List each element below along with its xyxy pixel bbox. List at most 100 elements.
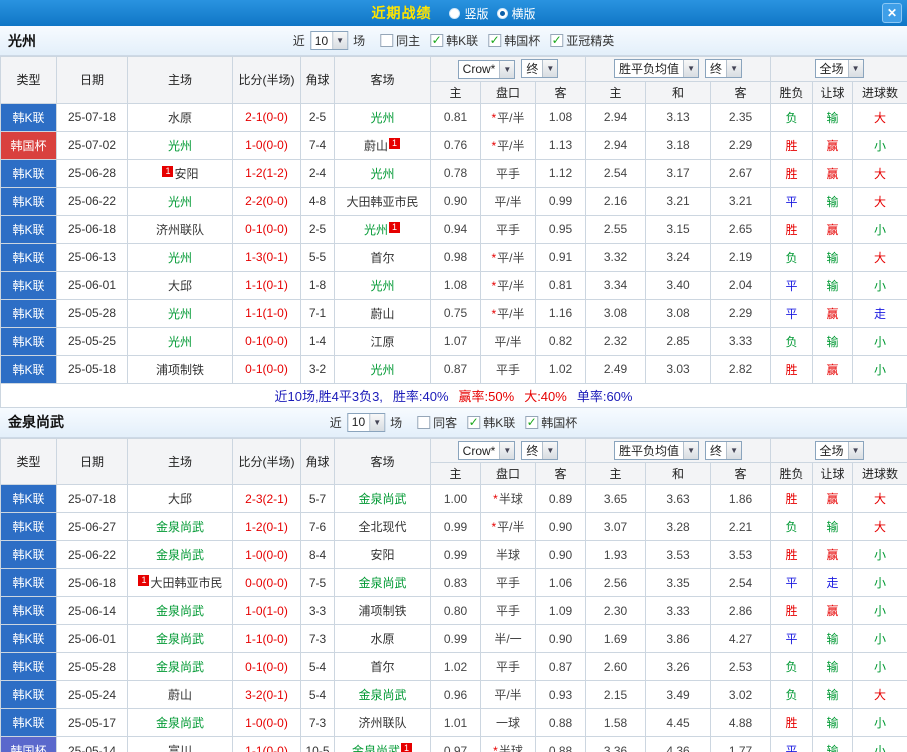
checked-checkbox-icon[interactable]: ✓ [467,415,481,429]
asia-home-odds: 0.75 [430,298,481,328]
layout-option-selected[interactable]: 横版 [496,5,536,22]
match-row: 韩K联 25-06-27 金泉尚武 1-2(0-1) 7-6 全北现代 0.99 *平/半 0.… [0,512,907,541]
europe-time-select[interactable]: 终 ▼ [705,59,743,79]
asia-away-odds: 1.12 [534,158,587,188]
europe-home-odds: 1.69 [585,624,647,653]
asia-time-select[interactable]: 终 ▼ [521,440,559,460]
asia-handicap-line: 平/半 [480,326,536,356]
asia-handicap-line: 平手 [480,354,536,384]
europe-away-odds: 3.53 [710,540,772,569]
europe-away-odds: 4.27 [710,624,772,653]
asia-away-odds: 1.16 [534,298,587,328]
europe-draw-odds: 3.26 [645,652,712,681]
subcol-europe-home: 主 [585,462,647,485]
asia-handicap-line: 一球 [480,708,536,737]
team-name: 首尔 [370,250,395,265]
matches-table: 类型 日期 主场 比分(半场) 角球 客场 Crow* ▼ 终 ▼ 胜平负均值 ▼ 终 ▼ … [0,437,907,752]
europe-away-odds: 3.21 [710,186,772,216]
filter-checkbox[interactable]: ✓ 韩国杯 [488,32,540,49]
summary-segment: 单率:60% [576,388,633,404]
filter-checkbox[interactable]: 同客 [417,414,457,431]
checked-checkbox-icon[interactable]: ✓ [488,34,502,47]
europe-home-odds: 2.60 [585,652,647,681]
match-row: 韩K联 25-06-13 光州 1-3(0-1) 5-5 首尔 0.98 *平/半 0.91 3.… [0,242,907,272]
asia-handicap-line: *平/半 [480,270,536,300]
match-row: 韩国杯 25-07-02 光州 1-0(0-0) 7-4 蔚山 1 0.76 *平/半 1.13 2… [0,130,907,160]
filter-checkbox[interactable]: ✓ 韩K联 [467,414,515,431]
goals-result-cell: 小 [852,214,907,244]
europe-home-odds: 2.94 [585,130,647,160]
line-text: 平/半 [497,138,525,153]
dropdown-arrow-icon: ▼ [683,441,699,459]
away-team-cell: 蔚山 [334,298,431,328]
live-line-star: * [493,492,498,506]
europe-home-odds: 3.65 [585,484,647,513]
result-cell: 胜 [770,130,814,160]
team-name: 大邱 [167,278,192,293]
scope-select-value: 全场 [819,62,844,77]
europe-away-odds: 2.35 [710,102,772,132]
corner-cell: 2-5 [300,214,335,244]
score-cell: 0-1(0-0) [232,652,301,681]
home-team-cell: 蔚山 [127,680,233,709]
subcol-europe-draw: 和 [645,462,712,485]
checked-checkbox-icon[interactable]: ✓ [525,415,539,429]
filter-checkbox[interactable]: 同主 [380,32,420,49]
filter-checkbox[interactable]: ✓ 韩国杯 [525,414,577,431]
asia-away-odds: 0.88 [534,736,587,752]
europe-avg-select[interactable]: 胜平负均值 ▼ [614,440,700,460]
match-count-select[interactable]: 10 ▼ [309,31,349,50]
subcol-goals: 进球数 [852,462,907,485]
europe-away-odds: 2.54 [710,568,772,597]
dropdown-arrow-icon: ▼ [499,60,515,78]
close-button[interactable]: ✕ [882,3,902,23]
team-name: 全北现代 [358,520,407,534]
corner-cell: 8-4 [300,540,335,569]
goals-result-cell: 小 [852,624,907,653]
unchecked-checkbox-icon[interactable] [417,415,431,429]
goals-result-cell: 小 [852,354,907,384]
asia-home-odds: 0.99 [430,540,481,569]
checked-checkbox-icon[interactable]: ✓ [550,34,564,47]
scope-select[interactable]: 全场 ▼ [814,59,864,79]
filter-row: 光州 近 10 ▼ 场 同主 ✓ 韩K联 ✓ 韩国杯 ✓ 亚冠精英 [0,26,907,56]
goals-result-cell: 大 [852,242,907,272]
europe-away-odds: 4.88 [710,708,772,737]
europe-avg-select[interactable]: 胜平负均值 ▼ [614,59,700,79]
live-line-star: * [491,278,497,293]
filter-checkbox[interactable]: ✓ 亚冠精英 [550,32,614,49]
league-badge: 韩K联 [0,242,57,272]
matches-table: 类型 日期 主场 比分(半场) 角球 客场 Crow* ▼ 终 ▼ 胜平负均值 ▼ 终 ▼ … [0,56,907,384]
bookmaker-select[interactable]: Crow* ▼ [457,59,516,79]
europe-time-select[interactable]: 终 ▼ [705,440,743,460]
line-text: 平/半 [497,306,525,321]
layout-option-unselected[interactable]: 竖版 [449,5,489,22]
subcol-handicap: 让球 [812,80,854,104]
team-name: 蔚山 [167,688,192,702]
home-team-cell: 大邱 [127,270,233,300]
dropdown-arrow-icon: ▼ [542,60,558,77]
checkbox-label: 同主 [396,34,421,48]
asia-handicap-line: 平/半 [480,680,536,709]
team-name: 金泉尚武 [358,688,407,702]
radio-selected-icon[interactable] [496,7,508,19]
result-cell: 平 [770,736,814,752]
team-name: 金泉尚武 [155,660,204,674]
asia-handicap-line: 平手 [480,158,536,188]
match-row: 韩K联 25-05-25 光州 0-1(0-0) 1-4 江原 1.07 平/半 0.82 2.3… [0,326,907,356]
checked-checkbox-icon[interactable]: ✓ [430,34,444,47]
summary-segment: 大:40% [524,388,567,404]
filter-checkbox[interactable]: ✓ 韩K联 [430,32,478,49]
team-section-gwangju: 光州 近 10 ▼ 场 同主 ✓ 韩K联 ✓ 韩国杯 ✓ 亚冠精英 类型 日期 主场 比分(半… [0,26,907,408]
radio-icon[interactable] [449,7,461,19]
scope-select[interactable]: 全场 ▼ [814,440,864,460]
unchecked-checkbox-icon[interactable] [380,34,394,47]
match-count-select[interactable]: 10 ▼ [346,412,386,432]
corner-cell: 7-4 [300,130,335,160]
europe-home-odds: 2.56 [585,568,647,597]
col-score: 比分(半场) [232,56,301,104]
asia-time-select[interactable]: 终 ▼ [521,59,559,78]
goals-result-cell: 小 [852,270,907,300]
team-name: 江原 [370,334,395,349]
bookmaker-select[interactable]: Crow* ▼ [457,441,516,460]
